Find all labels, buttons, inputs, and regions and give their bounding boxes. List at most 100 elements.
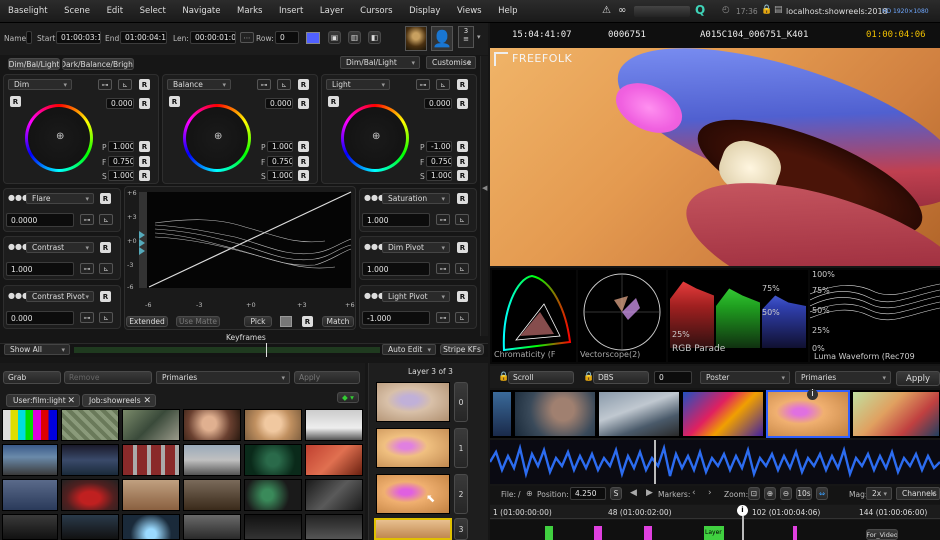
balance-value-reset-button[interactable]: R	[298, 98, 309, 109]
menu-edit[interactable]: Edit	[107, 6, 123, 16]
contrast-pivot-reset-button[interactable]: R	[100, 291, 111, 302]
dim-s-field[interactable]: 1.000	[108, 170, 134, 181]
gallery-thumb[interactable]	[122, 514, 180, 540]
name-field[interactable]	[26, 31, 32, 44]
flare-reset-button[interactable]: R	[100, 193, 111, 204]
menu-baselight[interactable]: Baselight	[8, 6, 48, 16]
tab-dim-bal-light[interactable]: Dim/Bal/Light	[8, 58, 60, 70]
light-pivot-value-field[interactable]: -1.000	[362, 311, 430, 325]
layer-thumb-0[interactable]	[376, 382, 450, 422]
gallery-thumb[interactable]	[244, 479, 302, 511]
saturation-value-field[interactable]: 1.000	[362, 213, 430, 227]
gallery-thumb[interactable]	[183, 444, 241, 476]
balance-s-field[interactable]: 1.000	[267, 170, 293, 181]
timeline-clip[interactable]	[644, 526, 652, 540]
menu-select[interactable]: Select	[140, 6, 166, 16]
contrast-curve-button[interactable]: ⊾	[99, 263, 113, 274]
remove-button[interactable]: Remove	[64, 371, 152, 384]
next-frame-icon[interactable]: ▶	[646, 488, 653, 498]
tab-dark-balance-bright[interactable]: Dark/Balance/Bright	[62, 58, 134, 70]
light-curve-button[interactable]: ⊾	[436, 79, 450, 90]
filmstrip-frame[interactable]	[682, 391, 764, 437]
contrast-pivot-curve-button[interactable]: ⊾	[99, 312, 113, 323]
gallery-thumb[interactable]	[2, 514, 58, 540]
zoom-in-button[interactable]: ⊕	[764, 487, 776, 500]
viewer-image[interactable]: FREEFOLK	[490, 48, 940, 266]
light-pivot-reset-button[interactable]: R	[457, 291, 468, 302]
gallery-thumb[interactable]	[183, 409, 241, 441]
close-icon[interactable]: ✕	[143, 396, 151, 406]
match-button[interactable]: Match	[322, 316, 354, 327]
playhead-line[interactable]	[654, 440, 656, 484]
channels-dropdown[interactable]: Channels	[896, 487, 940, 500]
start-field[interactable]: 01:00:03:13	[56, 31, 101, 44]
light-dropdown[interactable]: Light	[326, 79, 390, 90]
zoom-value-button[interactable]: 10s	[796, 487, 812, 500]
dim-value-field[interactable]: 0.000	[106, 98, 134, 109]
balance-f-field[interactable]: 0.750	[267, 156, 293, 167]
dim-curve-button[interactable]: ⊾	[118, 79, 132, 90]
light-pivot-dropdown[interactable]: Light Pivot	[382, 291, 450, 302]
menu-scene[interactable]: Scene	[64, 6, 90, 16]
layer-number-0[interactable]: 0	[454, 382, 468, 422]
warning-icon[interactable]: ⚠	[602, 5, 611, 16]
light-pivot-curve-button[interactable]: ⊾	[455, 312, 469, 323]
chromaticity-scope[interactable]: Chromaticity (F	[492, 270, 576, 362]
zoom-fit-button[interactable]: ⇔	[816, 487, 828, 500]
dim-pivot-curve-button[interactable]: ⊾	[455, 263, 469, 274]
poster-dropdown[interactable]: Poster	[700, 371, 790, 384]
zoom-lock-button[interactable]: ⊡	[748, 487, 760, 500]
timeline-clip[interactable]	[793, 526, 797, 540]
saturation-curve-button[interactable]: ⊾	[455, 214, 469, 225]
gallery-thumb[interactable]	[244, 409, 302, 441]
balance-s-reset-button[interactable]: R	[298, 170, 309, 181]
rgb-parade-scope[interactable]: 75% 50% 25% RGB Parade	[668, 270, 808, 362]
gallery-thumb[interactable]	[61, 444, 119, 476]
for-video-clip[interactable]: For_Video	[866, 529, 898, 540]
dim-f-reset-button[interactable]: R	[139, 156, 150, 167]
contrast-dropdown[interactable]: Contrast	[26, 242, 94, 253]
saturation-dropdown[interactable]: Saturation	[382, 193, 450, 204]
keyframe-track[interactable]	[74, 347, 380, 353]
filmstrip-frame[interactable]	[514, 391, 596, 437]
auto-edit-dropdown[interactable]: Auto Edit	[382, 344, 436, 355]
gallery-thumb[interactable]	[122, 479, 180, 511]
position-field[interactable]: 4.250	[570, 487, 606, 500]
extended-toggle[interactable]: Extended	[126, 316, 168, 327]
layer-number-2[interactable]: 2	[454, 474, 468, 514]
timeline-apply-button[interactable]: Apply	[896, 371, 940, 386]
shot-tool-1-button[interactable]: ▣	[328, 31, 341, 44]
contrast-pivot-dropdown[interactable]: Contrast Pivot	[26, 291, 94, 302]
tone-curve-graph[interactable]: +6 +3 +0 -3 -6 -6 -3 +0 +3 +6	[124, 186, 356, 330]
gallery-thumb[interactable]	[305, 514, 363, 540]
flare-curve-button[interactable]: ⊾	[99, 214, 113, 225]
light-value-field[interactable]: 0.000	[424, 98, 452, 109]
gallery-thumb[interactable]	[2, 444, 58, 476]
filmstrip-frame[interactable]	[598, 391, 680, 437]
balance-f-reset-button[interactable]: R	[298, 156, 309, 167]
info-icon[interactable]: i	[807, 389, 818, 400]
panel-divider-scrollbar[interactable]: ◀	[480, 56, 488, 336]
contrast-key-button[interactable]: ⊶	[80, 263, 94, 274]
collapse-arrow-icon[interactable]: ◀	[482, 184, 487, 192]
light-reset-button[interactable]: R	[457, 79, 468, 90]
layer-menu-icon[interactable]: ▾	[477, 33, 481, 41]
gallery-thumb[interactable]	[244, 514, 302, 540]
timeline-primaries-dropdown[interactable]: Primaries	[795, 371, 891, 384]
flare-dropdown[interactable]: Flare	[26, 193, 94, 204]
gallery-thumb[interactable]	[122, 444, 180, 476]
dim-pivot-reset-button[interactable]: R	[457, 242, 468, 253]
customise-dropdown[interactable]: Customise	[426, 56, 476, 69]
menu-help[interactable]: Help	[498, 6, 517, 16]
len-menu-button[interactable]: ⋯	[240, 32, 254, 43]
menu-layer[interactable]: Layer	[320, 6, 344, 16]
dim-key-button[interactable]: ⊶	[98, 79, 112, 90]
close-icon[interactable]: ✕	[67, 396, 75, 406]
dim-reset-button[interactable]: R	[139, 79, 150, 90]
next-marker-icon[interactable]: ›	[708, 488, 712, 498]
gallery-thumb[interactable]	[61, 514, 119, 540]
grab-button[interactable]: Grab	[3, 371, 61, 384]
light-f-reset-button[interactable]: R	[457, 156, 468, 167]
flare-value-field[interactable]: 0.0000	[6, 213, 74, 227]
position-step-button[interactable]: S	[610, 487, 622, 500]
